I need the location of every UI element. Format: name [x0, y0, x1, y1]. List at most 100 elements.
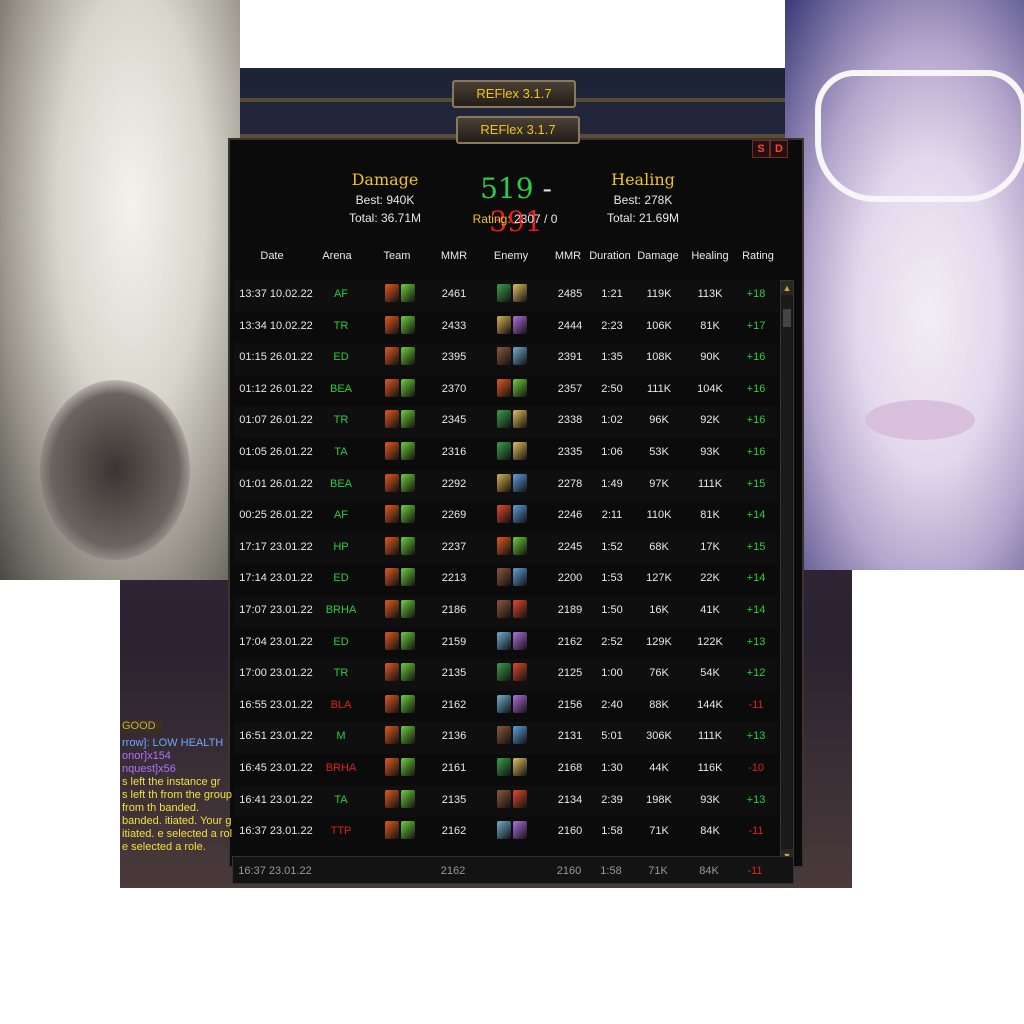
- ghost-damage: 71K: [648, 865, 668, 877]
- match-healing: 81K: [700, 319, 720, 332]
- class-spec-icon: [385, 726, 399, 745]
- rating-change: -10: [748, 761, 764, 774]
- team-composition: [380, 726, 422, 745]
- match-date: 16:51 23.01.22: [239, 730, 313, 743]
- enemy-composition: [492, 505, 534, 524]
- table-row[interactable]: 17:00 23.01.22 TR 2135 2125 1:00 76K 54K +12: [234, 659, 778, 691]
- table-row[interactable]: 17:07 23.01.22 BRHA 2186 2189 1:50 16K 41K +14: [234, 596, 778, 628]
- table-row[interactable]: 00:25 26.01.22 AF 2269 2246 2:11 110K 81K +14: [234, 501, 778, 533]
- header-damage[interactable]: Damage: [636, 250, 680, 262]
- match-duration: 2:11: [601, 509, 623, 522]
- enemy-mmr: 2200: [557, 572, 583, 585]
- class-spec-icon: [385, 410, 399, 429]
- enemy-composition: [492, 378, 534, 397]
- class-spec-icon: [385, 473, 399, 492]
- table-row[interactable]: 01:05 26.01.22 TA 2316 2335 1:06 53K 93K +16: [234, 438, 778, 470]
- match-arena: M: [336, 730, 346, 743]
- match-healing: 84K: [700, 825, 720, 838]
- table-scrollbar[interactable]: ▲ ▼: [780, 280, 794, 864]
- match-damage: 71K: [649, 825, 669, 838]
- chat-line: rrow]: LOW HEALTH: [122, 737, 224, 749]
- header-rating[interactable]: Rating: [738, 250, 778, 262]
- match-date: 13:37 10.02.22: [239, 288, 313, 300]
- ghost-enemy-mmr: 2160: [556, 865, 582, 877]
- enemy-mmr: 2391: [557, 351, 583, 364]
- match-arena: TR: [333, 414, 349, 427]
- enemy-composition: [492, 536, 534, 555]
- header-team[interactable]: Team: [376, 250, 418, 262]
- rating-label: Rating:: [472, 212, 511, 226]
- webcam-glasses: [815, 70, 1024, 202]
- class-spec-icon: [513, 505, 527, 524]
- class-spec-icon: [497, 378, 511, 397]
- ghost-mmr: 2162: [440, 865, 466, 877]
- spec-filter-button[interactable]: S: [752, 140, 770, 158]
- team-composition: [380, 347, 422, 366]
- match-healing: 111K: [697, 730, 723, 743]
- class-spec-icon: [401, 789, 415, 808]
- class-spec-icon: [497, 347, 511, 366]
- class-spec-icon: [513, 789, 527, 808]
- table-row[interactable]: 13:34 10.02.22 TR 2433 2444 2:23 106K 81K +17: [234, 312, 778, 344]
- table-row[interactable]: 16:45 23.01.22 BRHA 2161 2168 1:30 44K 116K -10: [234, 754, 778, 786]
- class-spec-icon: [401, 315, 415, 334]
- healing-best: Best: 278K: [613, 193, 673, 207]
- table-row[interactable]: 01:01 26.01.22 BEA 2292 2278 1:49 97K 111K +15: [234, 470, 778, 502]
- class-spec-icon: [401, 568, 415, 587]
- damage-summary: Damage Best: 940K Total: 36.71M: [340, 170, 430, 225]
- addon-title-plate[interactable]: REFlex 3.1.7: [456, 116, 580, 144]
- class-spec-icon: [513, 663, 527, 682]
- table-row[interactable]: 01:12 26.01.22 BEA 2370 2357 2:50 111K 104K +16: [234, 375, 778, 407]
- ghost-date: 16:37 23.01.22: [238, 865, 312, 877]
- table-row[interactable]: 01:07 26.01.22 TR 2345 2338 1:02 96K 92K +16: [234, 406, 778, 438]
- table-row[interactable]: 17:14 23.01.22 ED 2213 2200 1:53 127K 22K +14: [234, 564, 778, 596]
- table-row[interactable]: 16:41 23.01.22 TA 2135 2134 2:39 198K 93K +13: [234, 786, 778, 818]
- class-spec-icon: [401, 505, 415, 524]
- class-spec-icon: [497, 599, 511, 618]
- table-row[interactable]: 16:51 23.01.22 M 2136 2131 5:01 306K 111K +13: [234, 722, 778, 754]
- header-arena[interactable]: Arena: [316, 250, 358, 262]
- table-row[interactable]: 16:37 23.01.22 TTP 2162 2160 1:58 71K 84K -11: [234, 817, 778, 849]
- class-spec-icon: [513, 315, 527, 334]
- match-arena: ED: [333, 635, 349, 648]
- match-date: 17:07 23.01.22: [239, 603, 313, 616]
- class-spec-icon: [497, 536, 511, 555]
- header-duration[interactable]: Duration: [586, 250, 634, 262]
- class-spec-icon: [497, 410, 511, 429]
- rating-value: 2307 / 0: [514, 212, 558, 226]
- match-damage: 44K: [649, 761, 669, 774]
- header-enemy-mmr[interactable]: MMR: [548, 250, 588, 262]
- team-composition: [380, 410, 422, 429]
- table-row[interactable]: 16:55 23.01.22 BLA 2162 2156 2:40 88K 144K -11: [234, 691, 778, 723]
- class-spec-icon: [513, 757, 527, 776]
- match-arena: BEA: [329, 382, 352, 395]
- class-spec-icon: [497, 663, 511, 682]
- class-spec-icon: [385, 694, 399, 713]
- enemy-composition: [492, 347, 534, 366]
- team-composition: [380, 757, 422, 776]
- match-duration: 1:02: [601, 414, 623, 427]
- duplicated-row-ghost: 16:37 23.01.22 2162 2160 1:58 71K 84K -1…: [232, 856, 794, 884]
- enemy-mmr: 2168: [557, 761, 583, 774]
- table-row[interactable]: 01:15 26.01.22 ED 2395 2391 1:35 108K 90K +16: [234, 343, 778, 375]
- table-row[interactable]: 17:17 23.01.22 HP 2237 2245 1:52 68K 17K +15: [234, 533, 778, 565]
- header-date[interactable]: Date: [244, 250, 300, 262]
- class-spec-icon: [513, 347, 527, 366]
- match-damage: 76K: [649, 667, 669, 680]
- match-healing: 90K: [700, 351, 720, 364]
- header-enemy[interactable]: Enemy: [490, 250, 532, 262]
- match-damage: 198K: [646, 793, 672, 806]
- header-healing[interactable]: Healing: [688, 250, 732, 262]
- detail-toggle-button[interactable]: D: [770, 140, 788, 158]
- match-date: 17:00 23.01.22: [239, 667, 313, 680]
- class-spec-icon: [385, 536, 399, 555]
- scroll-up-icon[interactable]: ▲: [781, 281, 793, 295]
- scroll-thumb[interactable]: [783, 309, 791, 327]
- enemy-mmr: 2134: [557, 793, 583, 806]
- header-mmr[interactable]: MMR: [434, 250, 474, 262]
- team-composition: [380, 473, 422, 492]
- table-row[interactable]: 17:04 23.01.22 ED 2159 2162 2:52 129K 122K +13: [234, 628, 778, 660]
- enemy-mmr: 2125: [557, 667, 583, 680]
- table-row[interactable]: 13:37 10.02.22 AF 2461 2485 1:21 119K 113K +18: [234, 280, 778, 312]
- match-arena: BLA: [330, 698, 352, 711]
